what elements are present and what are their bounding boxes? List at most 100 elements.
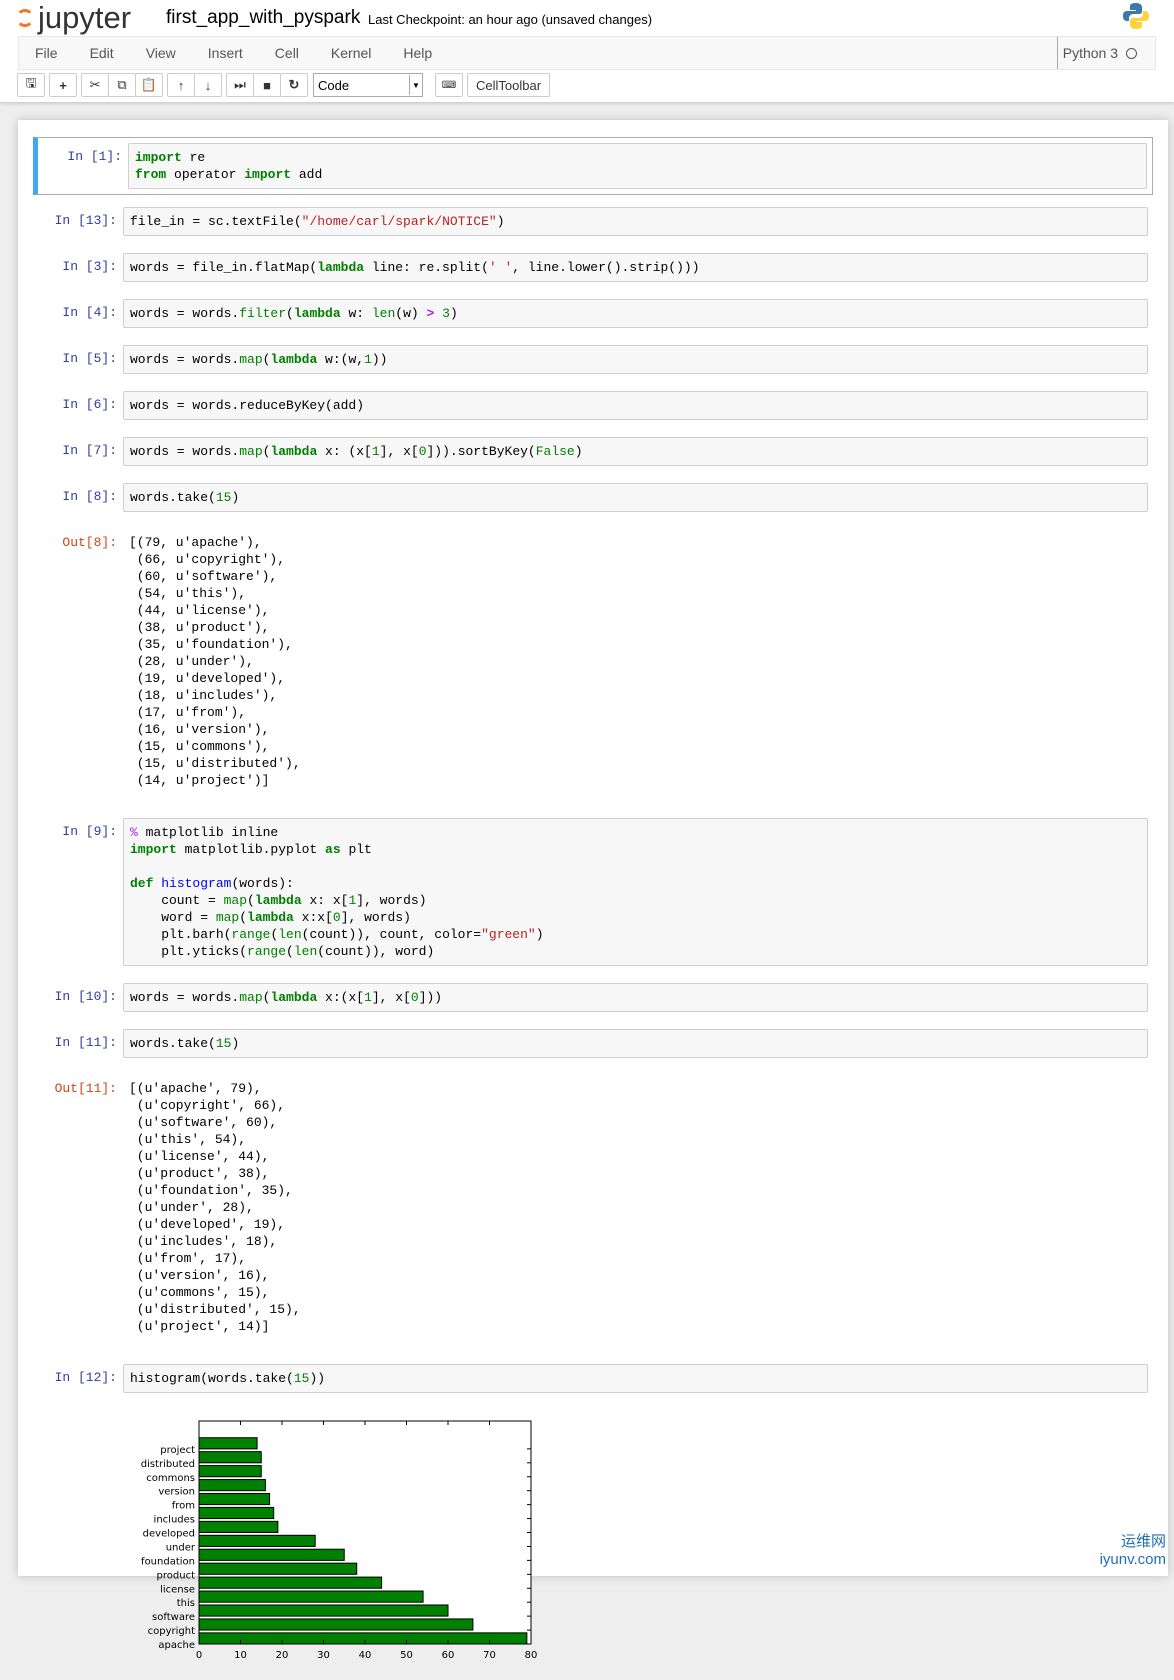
x-tick-label: 60 <box>442 1650 455 1661</box>
code-token: (words): <box>231 876 294 891</box>
cut-icon: ✂ <box>89 77 101 92</box>
header: jupyter first_app_with_pyspark Last Chec… <box>0 0 1174 102</box>
code-input[interactable]: words = words.reduceByKey(add) <box>123 391 1148 420</box>
code-input[interactable]: % matplotlib inline import matplotlib.py… <box>123 818 1148 966</box>
code-token: words = words. <box>130 306 240 321</box>
toolbar: 🖫 + ✂ ⧉ 📋 ↑ ↓ ⏭ ■ ↻ Code ▼ ⌨ CellToolbar <box>17 73 551 97</box>
code-token: map <box>239 352 263 367</box>
y-tick-label: project <box>160 1445 195 1456</box>
code-input[interactable]: words = file_in.flatMap(lambda line: re.… <box>123 253 1148 282</box>
jupyter-logo[interactable]: jupyter <box>16 0 131 36</box>
move-up-button[interactable]: ↑ <box>167 73 195 97</box>
run-button[interactable]: ⏭ <box>226 73 254 97</box>
code-token: lambda <box>270 444 318 459</box>
code-cell[interactable]: In [12]: histogram(words.take(15)) <box>33 1359 1153 1398</box>
bar-commons <box>198 1465 262 1478</box>
paste-button[interactable]: 📋 <box>135 73 163 97</box>
code-token: 1 <box>364 990 372 1005</box>
code-cell[interactable]: In [7]: words = words.map(lambda x: (x[1]… <box>33 432 1153 471</box>
code-cell[interactable]: In [6]: words = words.reduceByKey(add) <box>33 386 1153 425</box>
code-token: words = words. <box>130 990 240 1005</box>
code-cell[interactable]: In [13]: file_in = sc.textFile("/home/car… <box>33 202 1153 241</box>
code-input[interactable]: words.take(15) <box>123 483 1148 512</box>
code-cell[interactable]: In [4]: words = words.filter(lambda w: le… <box>33 294 1153 333</box>
cut-button[interactable]: ✂ <box>81 73 109 97</box>
menu-edit[interactable]: Edit <box>74 45 130 61</box>
kernel-name: Python 3 <box>1062 45 1118 61</box>
y-tick-label: under <box>166 1542 196 1553</box>
input-prompt: In [4]: <box>62 305 117 320</box>
code-input[interactable]: words = words.filter(lambda w: len(w) > … <box>123 299 1148 328</box>
menubar: File Edit View Insert Cell Kernel Help Python … <box>18 36 1156 70</box>
y-tick-label: foundation <box>141 1556 195 1567</box>
interrupt-button[interactable]: ■ <box>253 73 281 97</box>
code-input[interactable]: words = words.map(lambda w:(w,1)) <box>123 345 1148 374</box>
insert-cell-button[interactable]: + <box>49 73 77 97</box>
restart-button[interactable]: ↻ <box>280 73 308 97</box>
code-token: len <box>278 927 302 942</box>
output-area: apache copyright software this license produc… <box>33 1405 1153 1680</box>
code-token: 3 <box>442 306 450 321</box>
code-input[interactable]: import re from operator import add <box>128 143 1147 189</box>
code-input[interactable]: words = words.map(lambda x: (x[1], x[0])… <box>123 437 1148 466</box>
code-token: line: re.split( <box>364 260 489 275</box>
code-cell[interactable]: In [9]:% matplotlib inline import matplo… <box>33 813 1153 971</box>
code-token: 15 <box>215 1036 232 1051</box>
code-cell[interactable]: In [10]: words = words.map(lambda x:(x[1]… <box>33 978 1153 1017</box>
code-input[interactable]: words.take(15) <box>123 1029 1148 1058</box>
code-token: count = <box>130 893 224 908</box>
watermark: 运维网 iyunv.com <box>1100 1530 1166 1568</box>
command-palette-button[interactable]: ⌨ <box>435 73 463 97</box>
code-token: 0 <box>332 910 341 925</box>
arrow-up-icon: ↑ <box>177 77 185 93</box>
input-prompt: In [12]: <box>54 1370 117 1385</box>
output-area: Out[11]: [(u'apache', 79), (u'copyright',… <box>33 1070 1153 1345</box>
code-token: map <box>215 910 240 925</box>
celltoolbar-button[interactable]: CellToolbar <box>467 73 551 97</box>
watermark-cn: 运维网 <box>1120 1533 1166 1550</box>
code-token: "green" <box>481 927 536 942</box>
code-token: 1 <box>371 444 380 459</box>
code-token: lambda <box>293 306 341 321</box>
code-cell[interactable]: In [3]: words = file_in.flatMap(lambda li… <box>33 248 1153 287</box>
menu-view[interactable]: View <box>130 45 192 61</box>
python-logo-icon <box>1123 3 1149 29</box>
notebook-container: In [1]: import re from operator import ad… <box>18 120 1168 1661</box>
code-token: ) <box>449 306 458 321</box>
code-token: w:(w, <box>317 352 365 367</box>
code-input[interactable]: histogram(words.take(15)) <box>123 1364 1148 1393</box>
code-cell[interactable]: In [1]: import re from operator import ad… <box>33 137 1153 195</box>
menu-kernel[interactable]: Kernel <box>315 45 387 61</box>
y-tick-label: commons <box>146 1473 195 1484</box>
code-token: 0 <box>418 444 427 459</box>
code-token: )) <box>371 352 388 367</box>
menu-insert[interactable]: Insert <box>192 45 259 61</box>
menu-file[interactable]: File <box>19 45 74 61</box>
cell-type-select[interactable]: Code ▼ <box>313 73 423 97</box>
code-token: (w) <box>395 306 427 321</box>
code-token: ])).sortByKey( <box>426 444 536 459</box>
code-cell[interactable]: In [8]: words.take(15) <box>33 478 1153 517</box>
code-token: ' ' <box>488 260 513 275</box>
code-token: as <box>325 842 341 857</box>
code-token: 15 <box>293 1371 310 1386</box>
code-token: False <box>535 444 575 459</box>
bar-from <box>198 1492 271 1506</box>
code-input[interactable]: file_in = sc.textFile("/home/carl/spark/… <box>123 207 1148 236</box>
y-tick-label: apache <box>158 1640 195 1651</box>
menu-cell[interactable]: Cell <box>259 45 315 61</box>
save-button[interactable]: 🖫 <box>17 73 45 97</box>
code-token: import <box>130 842 177 857</box>
menu-help[interactable]: Help <box>387 45 448 61</box>
move-down-button[interactable]: ↓ <box>194 73 222 97</box>
notebook-name[interactable]: first_app_with_pyspark <box>166 7 360 29</box>
code-token: histogram(words.take( <box>130 1371 294 1386</box>
output-prompt-empty <box>33 1410 123 1675</box>
code-token: ( <box>239 910 248 925</box>
code-input[interactable]: words = words.map(lambda x:(x[1], x[0])) <box>123 983 1148 1012</box>
code-cell[interactable]: In [5]: words = words.map(lambda w:(w,1)) <box>33 340 1153 379</box>
code-cell[interactable]: In [11]: words.take(15) <box>33 1024 1153 1063</box>
copy-button[interactable]: ⧉ <box>108 73 136 97</box>
y-tick-label: copyright <box>148 1626 195 1637</box>
input-prompt: In [3]: <box>62 259 117 274</box>
